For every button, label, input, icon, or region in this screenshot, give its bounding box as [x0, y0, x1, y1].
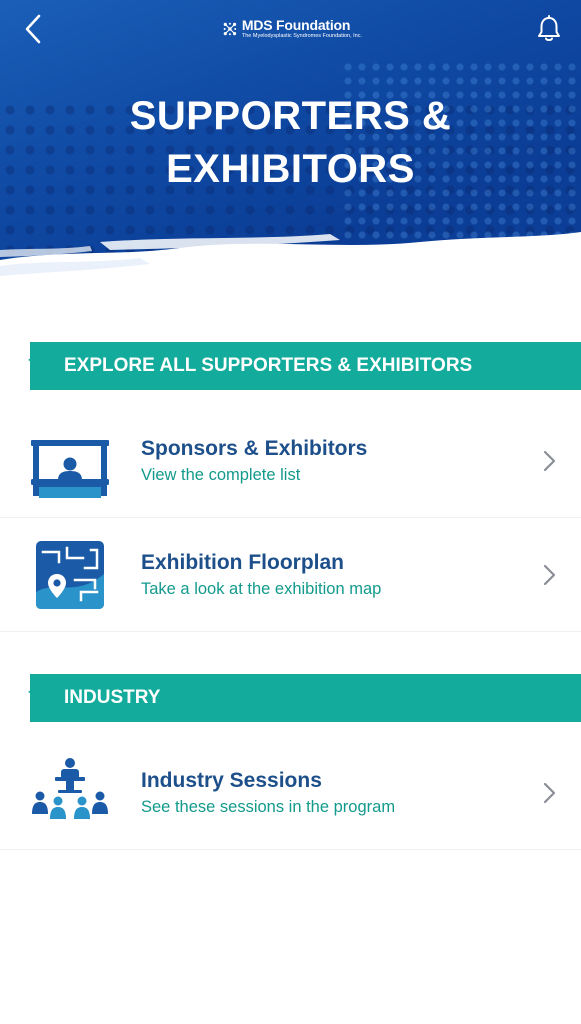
exhibitor-booth-icon: [28, 419, 112, 503]
list-item-subtitle: Take a look at the exhibition map: [141, 579, 382, 598]
mds-foundation-logo: MDS Foundation The Myelodysplastic Syndr…: [222, 14, 362, 44]
page-title-line2: EXHIBITORS: [166, 147, 415, 191]
list-item-title: Industry Sessions: [141, 768, 322, 792]
mds-logo-mark-icon: [223, 22, 237, 36]
chevron-right-icon: [539, 447, 559, 475]
list-item-title: Exhibition Floorplan: [141, 550, 344, 574]
section-title: EXPLORE ALL SUPPORTERS & EXHIBITORS: [64, 355, 473, 376]
section-title: INDUSTRY: [64, 687, 161, 708]
chevron-right-icon: [539, 779, 559, 807]
audience-speaker-icon: [28, 751, 112, 835]
list-item-subtitle: View the complete list: [141, 465, 301, 484]
brush-stroke-divider: [0, 232, 581, 300]
section-header-explore: EXPLORE ALL SUPPORTERS & EXHIBITORS: [28, 342, 581, 390]
list-item-industry-sessions[interactable]: Industry Sessions See these sessions in …: [0, 736, 581, 850]
back-button[interactable]: [18, 12, 48, 46]
chevron-left-icon: [25, 14, 41, 44]
list-item-exhibition-floorplan[interactable]: Exhibition Floorplan Take a look at the …: [0, 518, 581, 632]
rough-edge-decoration: [28, 674, 46, 722]
header-banner: MDS Foundation The Myelodysplastic Syndr…: [0, 0, 581, 300]
floorplan-map-icon: [28, 533, 112, 617]
page-title: SUPPORTERS & EXHIBITORS: [0, 90, 581, 196]
list-item-sponsors-exhibitors[interactable]: Sponsors & Exhibitors View the complete …: [0, 404, 581, 518]
bell-icon: [538, 15, 560, 41]
rough-edge-decoration: [28, 342, 46, 390]
list-item-subtitle: See these sessions in the program: [141, 797, 396, 816]
list-item-title: Sponsors & Exhibitors: [141, 436, 368, 460]
page-title-line1: SUPPORTERS &: [129, 94, 452, 138]
chevron-right-icon: [539, 561, 559, 589]
notifications-button[interactable]: [533, 12, 565, 46]
section-header-industry: INDUSTRY: [28, 674, 581, 722]
logo-subtitle: The Myelodysplastic Syndromes Foundation…: [241, 33, 362, 40]
logo-name: MDS Foundation: [241, 17, 351, 34]
